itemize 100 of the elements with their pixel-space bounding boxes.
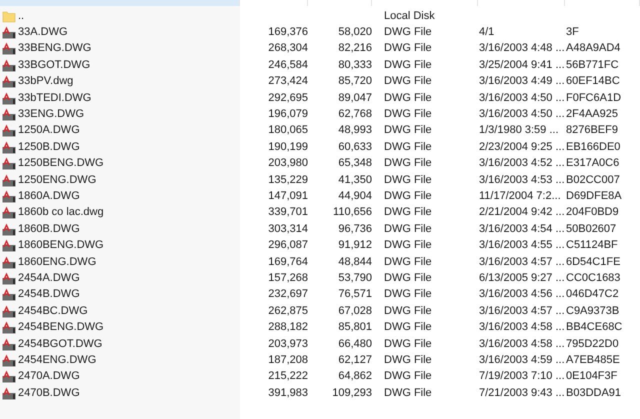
type-cell: DWG File (384, 157, 432, 170)
modified-cell: 3/16/2003 4:58 ... (479, 321, 565, 334)
size-cell: 391,983 (268, 386, 308, 399)
modified-cell: 4/1 (479, 26, 494, 38)
file-icon (2, 190, 16, 203)
size-cell: 147,091 (268, 190, 308, 202)
size-cell: 203,980 (268, 157, 308, 170)
file-name[interactable]: 1250A.DWG (0, 124, 240, 138)
file-name[interactable]: 33BGOT.DWG (0, 58, 240, 72)
file-name[interactable]: 1860ENG.DWG (0, 256, 240, 269)
file-name[interactable]: .. (0, 10, 240, 23)
file-name[interactable]: 2454BGOT.DWG (0, 338, 240, 350)
file-name[interactable]: 33A.DWG (0, 26, 240, 40)
type-cell: DWG File (384, 75, 432, 88)
file-icon (2, 386, 16, 400)
crc-cell: D69DFE8A (566, 190, 622, 202)
packed-size-cell: 110,656 (333, 206, 372, 218)
file-icon (2, 288, 16, 302)
file-name-text: 33A.DWG (18, 27, 68, 38)
file-name-text: 1250A.DWG (18, 125, 80, 136)
file-icon (2, 370, 16, 384)
modified-cell: 3/16/2003 4:48 ... (479, 42, 565, 54)
type-cell: Local Disk (384, 10, 435, 22)
column-header[interactable] (0, 0, 240, 6)
file-name-text: 2454ENG.DWG (18, 354, 96, 366)
file-icon (2, 222, 16, 236)
size-cell: 292,695 (268, 92, 308, 104)
packed-size-cell: 65,348 (338, 157, 372, 170)
file-name[interactable]: 2470B.DWG (0, 386, 240, 400)
packed-size-cell: 48,993 (338, 124, 372, 136)
file-name[interactable]: 2454ENG.DWG (0, 354, 240, 367)
size-cell: 157,268 (268, 272, 308, 284)
modified-cell: 3/16/2003 4:57 ... (479, 256, 565, 268)
file-name[interactable]: 1250B.DWG (0, 140, 240, 154)
crc-cell: CC0C1683 (566, 272, 620, 284)
size-cell: 215,222 (268, 370, 308, 382)
type-cell: DWG File (384, 190, 432, 202)
file-name-text: 33bTEDI.DWG (18, 92, 92, 104)
file-name-text: 33BENG.DWG (18, 43, 92, 54)
packed-size-cell: 60,633 (338, 140, 372, 153)
modified-cell: 6/13/2005 9:27 ... (479, 272, 565, 284)
crc-cell: 8276BEF9 (566, 124, 618, 136)
modified-cell: 11/17/2004 7:2... (479, 190, 561, 202)
file-icon (2, 256, 16, 269)
size-cell: 268,304 (268, 42, 308, 54)
file-name[interactable]: 2454A.DWG (0, 272, 240, 285)
file-icon (2, 174, 16, 187)
packed-size-cell: 41,350 (338, 174, 372, 186)
file-name[interactable]: 1860B.DWG (0, 222, 240, 236)
file-name[interactable]: 1860A.DWG (0, 190, 240, 203)
type-cell: DWG File (384, 321, 432, 334)
size-cell: 288,182 (268, 321, 308, 334)
file-name-text: 2470A.DWG (18, 371, 80, 382)
file-name-text: 2454B.DWG (18, 289, 80, 300)
crc-cell: C9A9373B (566, 304, 620, 317)
file-name[interactable]: 1250ENG.DWG (0, 174, 240, 187)
size-cell: 296,087 (268, 239, 308, 252)
file-name-text: 33bPV.dwg (18, 76, 74, 88)
crc-cell: E317A0C6 (566, 157, 620, 170)
file-icon (2, 338, 16, 350)
file-icon (2, 354, 16, 367)
file-name[interactable]: 1860b co lac.dwg (0, 206, 240, 220)
file-name[interactable]: 2454BENG.DWG (0, 321, 240, 334)
file-name[interactable]: 33BENG.DWG (0, 42, 240, 56)
file-name[interactable]: 1860BENG.DWG (0, 239, 240, 252)
type-cell: DWG File (384, 239, 432, 252)
crc-cell: 2F4AA925 (566, 108, 618, 120)
packed-size-cell: 66,480 (338, 338, 372, 350)
modified-cell: 3/16/2003 4:57 ... (479, 304, 565, 317)
file-icon (2, 26, 16, 40)
file-name[interactable]: 2470A.DWG (0, 370, 240, 384)
file-name-text: 33BGOT.DWG (18, 60, 90, 71)
modified-cell: 3/16/2003 4:56 ... (479, 288, 565, 300)
type-cell: DWG File (384, 256, 432, 268)
file-icon (2, 206, 16, 220)
file-icon (2, 92, 16, 105)
packed-size-cell: 96,736 (338, 222, 372, 235)
type-cell: DWG File (384, 288, 432, 300)
crc-cell: C51124BF (566, 239, 618, 252)
crc-cell: 0E104F3F (566, 370, 618, 382)
file-name[interactable]: 33bPV.dwg (0, 75, 240, 88)
type-cell: DWG File (384, 370, 432, 382)
file-name[interactable]: 33bTEDI.DWG (0, 92, 240, 105)
file-name[interactable]: 33ENG.DWG (0, 108, 240, 122)
packed-size-cell: 48,844 (338, 256, 372, 268)
file-name[interactable]: 2454B.DWG (0, 288, 240, 302)
modified-cell: 3/16/2003 4:55 ... (479, 239, 565, 252)
file-name-text: 2470B.DWG (18, 388, 80, 399)
file-name[interactable]: 2454BC.DWG (0, 304, 240, 318)
packed-size-cell: 89,047 (338, 92, 372, 104)
type-cell: DWG File (384, 174, 432, 186)
modified-cell: 2/23/2004 9:25 ... (479, 140, 565, 153)
type-cell: DWG File (384, 338, 432, 350)
type-cell: DWG File (384, 222, 432, 235)
size-cell: 232,697 (268, 288, 308, 300)
file-icon (2, 42, 16, 56)
file-name[interactable]: 1250BENG.DWG (0, 157, 240, 170)
file-icon (2, 272, 16, 285)
modified-cell: 1/3/1980 3:59 ... (479, 124, 559, 136)
size-cell: 169,764 (268, 256, 308, 268)
